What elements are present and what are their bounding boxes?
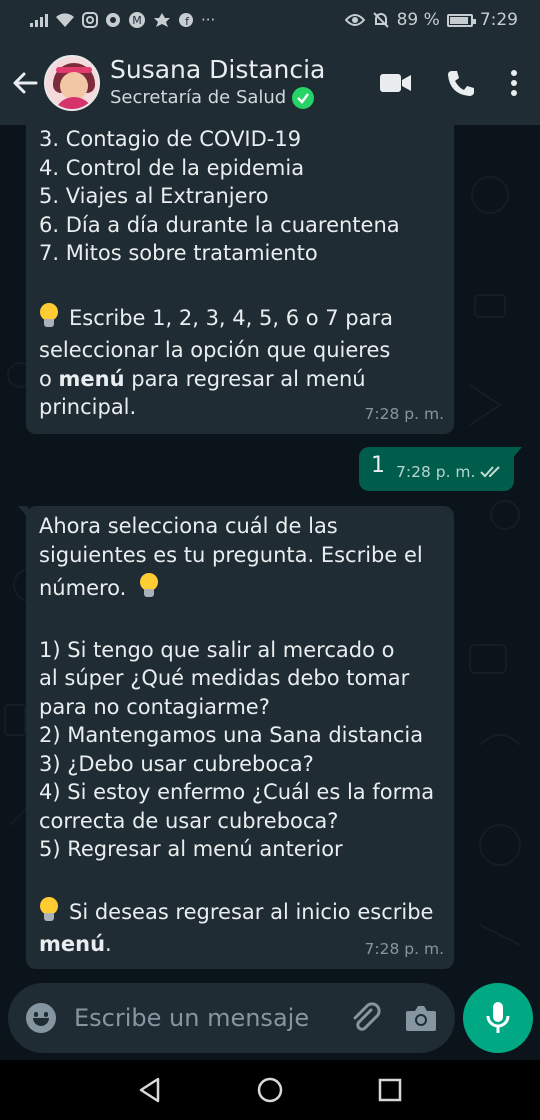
- eye-comfort-icon: [344, 14, 365, 26]
- more-vert-icon[interactable]: [510, 69, 518, 97]
- contact-info[interactable]: Susana Distancia Secretaría de Salud: [110, 55, 380, 109]
- option-text: Si tengo que salir al mercado o: [60, 637, 395, 662]
- nav-recents-icon[interactable]: [377, 1077, 403, 1103]
- option-number: 2): [39, 723, 61, 747]
- status-left-icons: M f ···: [30, 11, 215, 29]
- lightbulb-icon: [39, 302, 59, 329]
- avatar-body: [54, 96, 94, 109]
- status-bar: M f ··· 89 % 7:29: [0, 0, 540, 40]
- facebook-icon: f: [179, 13, 193, 28]
- message-line: seleccionar la opción que quieres: [39, 338, 391, 362]
- message-line: número.: [39, 573, 442, 603]
- message-line: Escribe 1, 2, 3, 4, 5, 6 o 7 para: [39, 302, 442, 333]
- emoji-icon[interactable]: [26, 1003, 56, 1033]
- option-line: para no contagiarme?: [39, 694, 270, 719]
- clock: 7:29: [479, 10, 518, 30]
- phone-icon[interactable]: [446, 68, 476, 98]
- video-call-icon[interactable]: [380, 72, 412, 94]
- option-line: correcta de usar cubreboca?: [39, 808, 339, 833]
- mute-icon: [372, 12, 389, 28]
- option-number: 3): [39, 751, 61, 776]
- bold-keyword: menú: [39, 932, 106, 956]
- nav-back-icon[interactable]: [137, 1077, 163, 1103]
- message-time: 7:28 p. m.: [396, 463, 476, 481]
- message-text: 1: [371, 453, 385, 478]
- contact-subtitle: Secretaría de Salud: [110, 87, 287, 109]
- message-line: 4. Control de la epidemia: [39, 155, 305, 180]
- bold-keyword: menú: [58, 366, 125, 391]
- svg-text:M: M: [132, 14, 142, 27]
- lightbulb-icon: [39, 896, 59, 923]
- battery-percent: 89 %: [396, 10, 440, 30]
- more-notifications-icon: ···: [201, 10, 216, 29]
- voice-message-button[interactable]: [463, 983, 533, 1053]
- message-time: 7:28 p. m.: [364, 404, 444, 423]
- camera-icon[interactable]: [405, 1004, 437, 1032]
- message-line: Si deseas regresar al inicio escribe: [39, 896, 442, 927]
- message-line: 6. Día a día durante la cuarentena: [39, 212, 400, 237]
- option-number: 4): [39, 780, 61, 804]
- option-line: 2) Mantengamos una Sana distancia: [39, 721, 442, 750]
- option-line: 5) Regresar al menú anterior: [39, 835, 442, 864]
- chrome-icon: [106, 13, 120, 27]
- instruction-text: Escribe 1, 2, 3, 4, 5, 6 o 7 para: [69, 305, 394, 330]
- option-number: 1): [39, 637, 61, 662]
- contact-subtitle-row: Secretaría de Salud: [110, 86, 380, 109]
- notification-app-icon: [154, 13, 170, 27]
- message-line: o menú para regresar al menú: [39, 365, 442, 394]
- option-line: 4) Si estoy enfermo ¿Cuál es la forma: [39, 778, 442, 807]
- message-time: 7:28 p. m.: [364, 939, 444, 958]
- option-text: Si estoy enfermo ¿Cuál es la forma: [60, 780, 435, 804]
- back-arrow-icon[interactable]: [10, 68, 40, 98]
- lightbulb-icon: [139, 573, 159, 599]
- microphone-icon: [486, 1002, 510, 1033]
- text-part: para regresar al menú: [124, 366, 366, 391]
- option-line: 3) ¿Debo usar cubreboca?: [39, 750, 442, 779]
- compose-bar: Escribe un mensaje: [0, 980, 540, 1060]
- message-input[interactable]: Escribe un mensaje: [74, 1004, 349, 1032]
- option-text: Mantengamos una Sana distancia: [60, 723, 424, 747]
- contact-name: Susana Distancia: [110, 55, 326, 85]
- signal-icon: [30, 13, 48, 27]
- message-line: 5. Viajes al Extranjero: [39, 184, 269, 208]
- wifi-icon: [56, 13, 74, 27]
- battery-fill: [449, 16, 468, 24]
- instagram-icon: [82, 12, 98, 28]
- message-input-box[interactable]: Escribe un mensaje: [8, 983, 455, 1053]
- option-number: 5): [39, 837, 61, 861]
- message-line: 3. Contagio de COVID-19: [39, 127, 302, 151]
- avatar-face: [60, 71, 88, 100]
- read-receipt-icon: [480, 466, 500, 478]
- battery-icon: [446, 13, 476, 27]
- incoming-message[interactable]: Ahora selecciona cuál de las siguientes …: [18, 506, 454, 969]
- header-actions: [380, 68, 518, 98]
- gmail-icon: M: [129, 12, 145, 28]
- option-line: al súper ¿Qué medidas debo tomar: [39, 666, 410, 690]
- option-line: 1) Si tengo que salir al mercado o: [39, 636, 442, 665]
- option-text: ¿Debo usar cubreboca?: [60, 751, 314, 776]
- text-part: o: [39, 366, 59, 391]
- message-line: Ahora selecciona cuál de las: [39, 514, 338, 538]
- verified-badge-icon: [292, 86, 315, 109]
- instruction-text: Si deseas regresar al inicio escribe: [69, 899, 434, 924]
- incoming-message[interactable]: 3. Contagio de COVID-19 4. Control de la…: [26, 125, 454, 434]
- outgoing-message[interactable]: 1 7:28 p. m.: [359, 447, 522, 491]
- avatar[interactable]: [44, 54, 100, 111]
- chat-area[interactable]: 3. Contagio de COVID-19 4. Control de la…: [0, 125, 540, 980]
- status-right-icons: 89 % 7:29: [344, 10, 518, 30]
- system-navigation-bar: [0, 1060, 540, 1120]
- message-line: 7. Mitos sobre tratamiento: [39, 241, 318, 265]
- nav-home-icon[interactable]: [256, 1076, 284, 1104]
- message-line: siguientes es tu pregunta. Escribe el: [39, 542, 423, 567]
- text-part: .: [105, 932, 112, 956]
- text-part: número.: [39, 576, 127, 600]
- option-text: Regresar al menú anterior: [60, 837, 343, 861]
- chat-header: Susana Distancia Secretaría de Salud: [0, 40, 540, 125]
- attach-icon[interactable]: [349, 1001, 383, 1035]
